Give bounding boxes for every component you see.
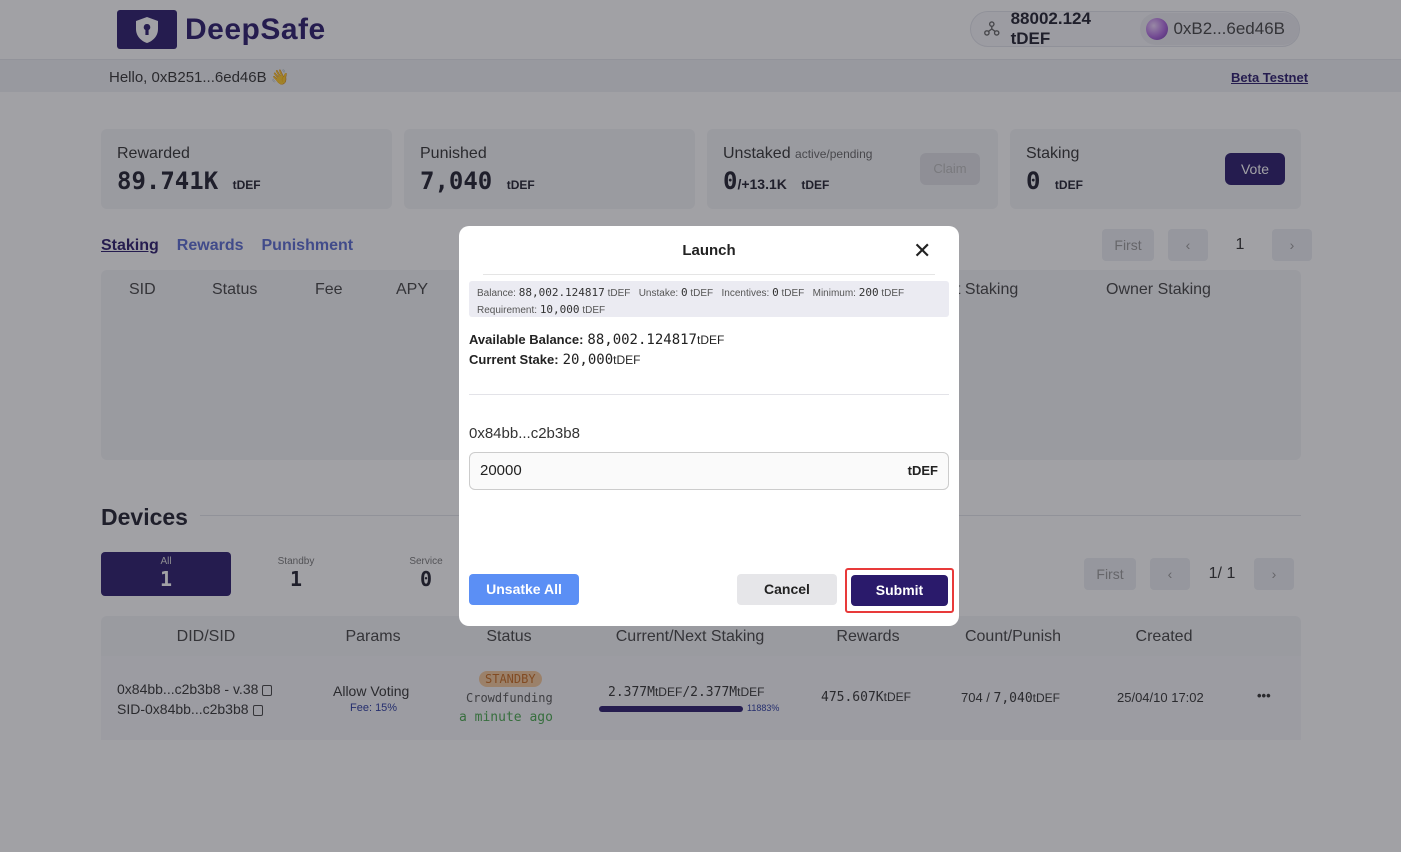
amount-unit: tDEF bbox=[907, 463, 938, 478]
device-address: 0x84bb...c2b3b8 bbox=[469, 425, 580, 442]
current-stake: Current Stake: 20,000tDEF bbox=[469, 352, 641, 368]
amount-input[interactable] bbox=[470, 453, 870, 487]
modal-title: Launch bbox=[682, 242, 736, 259]
unstake-all-button[interactable]: Unsatke All bbox=[469, 574, 579, 605]
available-balance: Available Balance: 88,002.124817tDEF bbox=[469, 332, 725, 348]
close-icon[interactable]: ✕ bbox=[913, 240, 931, 262]
launch-modal: Launch ✕ Balance: 88,002.124817 tDEF Uns… bbox=[459, 226, 959, 626]
cancel-button[interactable]: Cancel bbox=[737, 574, 837, 605]
modal-info-box: Balance: 88,002.124817 tDEF Unstake: 0 t… bbox=[469, 281, 949, 317]
modal-divider bbox=[469, 394, 949, 395]
submit-highlight: Submit bbox=[845, 568, 954, 613]
amount-field[interactable]: tDEF bbox=[469, 452, 949, 490]
submit-button[interactable]: Submit bbox=[851, 575, 948, 606]
modal-divider bbox=[483, 274, 935, 275]
